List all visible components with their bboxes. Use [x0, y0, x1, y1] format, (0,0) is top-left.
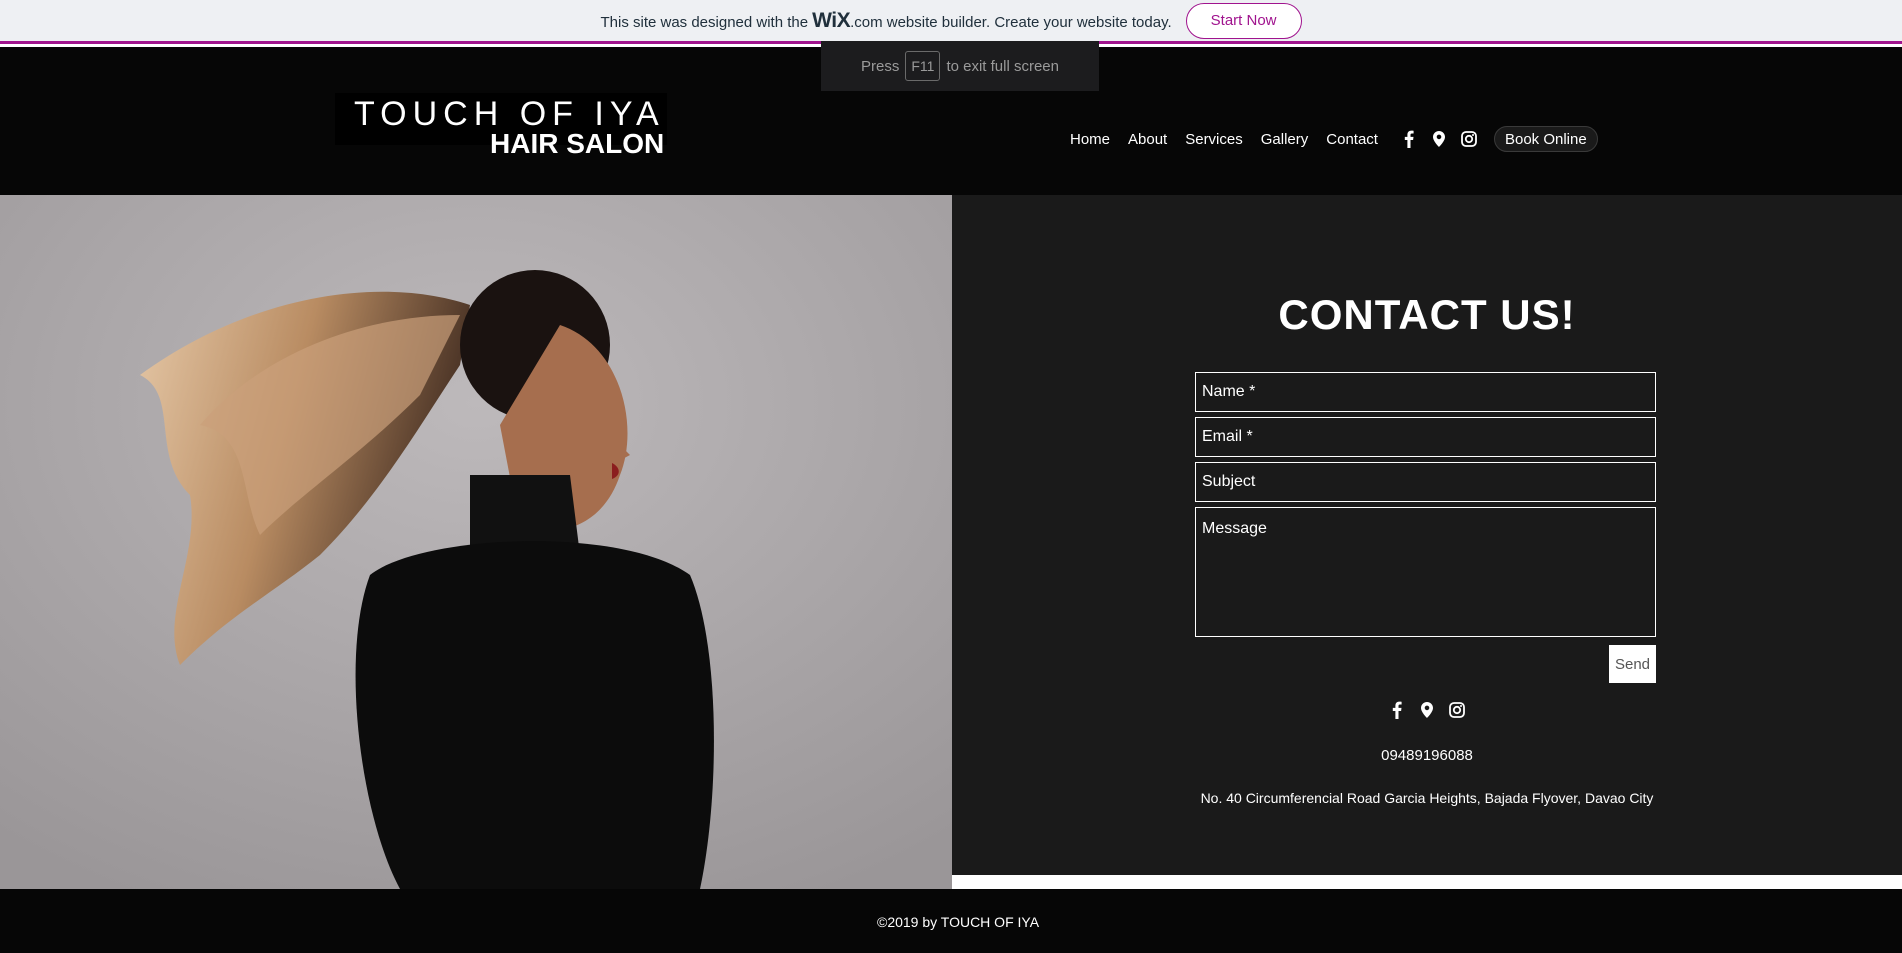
nav-item-services[interactable]: Services	[1185, 131, 1243, 148]
woman-portrait-illustration	[0, 195, 952, 889]
start-now-button[interactable]: Start Now	[1185, 2, 1302, 39]
map-pin-icon[interactable]	[1418, 701, 1436, 719]
subject-field[interactable]	[1195, 462, 1656, 502]
header-social-bar	[1400, 130, 1478, 148]
instagram-icon[interactable]	[1460, 130, 1478, 148]
banner-text-before: This site was designed with the	[600, 13, 809, 31]
book-online-button[interactable]: Book Online	[1493, 126, 1598, 152]
message-field[interactable]	[1195, 507, 1656, 637]
contact-title: CONTACT US!	[1278, 291, 1576, 338]
hero-image	[0, 195, 952, 889]
contact-bottom-strip	[952, 875, 1902, 889]
map-pin-icon[interactable]	[1430, 130, 1448, 148]
nav-item-home[interactable]: Home	[1070, 131, 1110, 148]
send-button[interactable]: Send	[1609, 645, 1656, 683]
nav-item-gallery[interactable]: Gallery	[1261, 131, 1309, 148]
contact-panel: CONTACT US! Send 09489196088 No. 40 Circ…	[952, 195, 1902, 875]
phone-number: 09489196088	[1381, 747, 1473, 764]
main-nav: Home About Services Gallery Contact Book…	[1070, 126, 1598, 152]
wix-banner: This site was designed with the WiX .com …	[0, 0, 1902, 44]
site-footer: ©2019 by TOUCH OF IYA	[0, 889, 1902, 953]
banner-text-after: .com website builder. Create your websit…	[850, 13, 1172, 31]
address: No. 40 Circumferencial Road Garcia Heigh…	[1200, 790, 1654, 806]
fullscreen-hint: Press F11 to exit full screen	[821, 41, 1099, 91]
logo-title[interactable]: TOUCH OF IYA	[354, 96, 665, 132]
instagram-icon[interactable]	[1448, 701, 1466, 719]
wix-logo: WiX	[812, 8, 851, 32]
contact-social-bar	[952, 701, 1902, 719]
footer-copyright: ©2019 by TOUCH OF IYA	[877, 914, 1040, 930]
fullscreen-hint-key: F11	[905, 51, 941, 81]
nav-item-about[interactable]: About	[1128, 131, 1167, 148]
fullscreen-hint-press: Press	[861, 57, 900, 75]
name-field[interactable]	[1195, 372, 1656, 412]
wix-banner-text: This site was designed with the WiX .com …	[600, 9, 1171, 33]
facebook-icon[interactable]	[1388, 701, 1406, 719]
fullscreen-hint-rest: to exit full screen	[946, 57, 1059, 75]
facebook-icon[interactable]	[1400, 130, 1418, 148]
email-field[interactable]	[1195, 417, 1656, 457]
logo-subtitle[interactable]: HAIR SALON	[490, 129, 664, 159]
nav-item-contact[interactable]: Contact	[1326, 131, 1378, 148]
